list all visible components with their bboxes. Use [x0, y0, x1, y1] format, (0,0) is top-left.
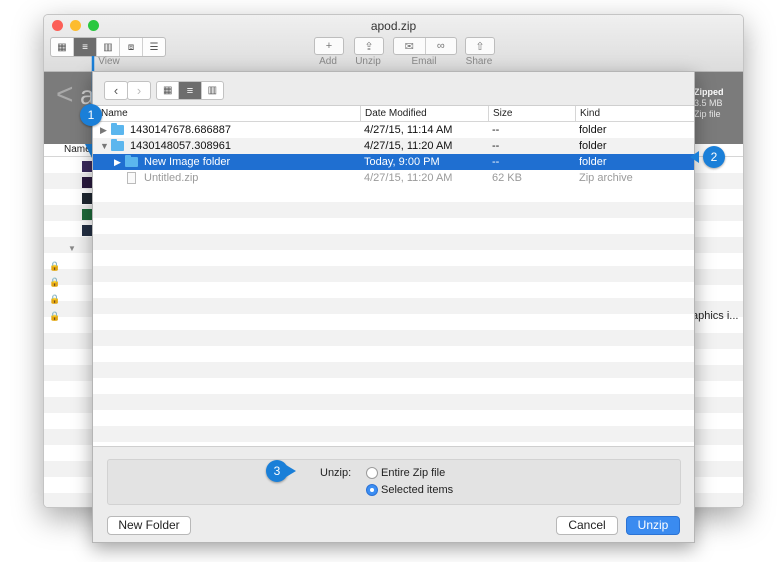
column-view-icon[interactable]: ▥ [97, 38, 120, 56]
title-bar: apod.zip ▦ ≡ ▥ ⧈ ☰ View + Add ⇪ Unzip ✉ … [44, 15, 743, 72]
file-date: 4/27/15, 11:20 AM [364, 140, 453, 152]
disclosure-triangle-icon[interactable]: ▼ [68, 244, 76, 253]
outline-view-icon[interactable]: ☰ [143, 38, 165, 56]
file-row[interactable]: Untitled.zip 4/27/15, 11:20 AM 62 KB Zip… [93, 170, 694, 186]
selected-items-label[interactable]: Selected items [381, 484, 453, 496]
share-button[interactable]: ⇧ [465, 37, 495, 55]
file-name: Untitled.zip [144, 172, 199, 184]
column-view-icon[interactable]: ▥ [202, 82, 223, 99]
folder-icon [111, 123, 124, 135]
add-button[interactable]: + [314, 37, 344, 55]
empty-row [93, 266, 694, 282]
list-view-icon[interactable]: ≡ [74, 38, 97, 56]
name-column-header[interactable]: Name [93, 106, 361, 121]
zip-file-icon [127, 172, 136, 184]
empty-row [93, 202, 694, 218]
envelope-icon[interactable]: ✉ [394, 38, 426, 54]
unzip-toolbar-button[interactable]: ⇪ [354, 37, 384, 55]
new-folder-button[interactable]: New Folder [107, 516, 191, 535]
callout-2-pointer [690, 151, 699, 163]
add-label: Add [319, 56, 337, 67]
empty-row [93, 362, 694, 378]
file-date: 4/27/15, 11:14 AM [364, 124, 453, 136]
email-control[interactable]: ✉ ∞ [393, 37, 457, 55]
empty-row [93, 394, 694, 410]
chevron-right-icon: › [136, 83, 142, 98]
folder-icon [111, 139, 124, 151]
size-column-header[interactable]: Size [488, 106, 573, 121]
unzip-options-label: Unzip: [320, 467, 352, 479]
lock-icon: 🔒 [49, 311, 61, 321]
share-icon: ⇧ [475, 40, 485, 53]
share-label: Share [465, 56, 493, 67]
sheet-toolbar: ‹ › ▦ ≡ ▥ [93, 72, 694, 105]
unzip-sheet: ‹ › ▦ ≡ ▥ Name Date Modified Size Kind ▶… [92, 71, 695, 543]
empty-row [93, 426, 694, 442]
disclosure-triangle-icon[interactable]: ▼ [100, 138, 109, 154]
kind-fragment: aphics i... [692, 310, 739, 322]
file-list: Name Date Modified Size Kind ▶ 143014767… [93, 105, 694, 447]
window-title: apod.zip [370, 19, 417, 33]
entire-zip-radio[interactable] [366, 467, 378, 479]
file-row[interactable]: ▼ 1430148057.308961 4/27/15, 11:20 AM --… [93, 138, 694, 154]
file-kind: folder [579, 140, 607, 152]
empty-row [93, 330, 694, 346]
forward-button[interactable]: › [127, 81, 151, 100]
empty-row [93, 234, 694, 250]
disclosure-triangle-icon[interactable]: ▶ [100, 122, 107, 138]
file-size: 62 KB [492, 172, 522, 184]
file-row-selected[interactable]: ▶ New Image folder Today, 9:00 PM -- fol… [93, 154, 694, 170]
zipped-title: Zipped [694, 87, 724, 97]
disclosure-triangle-icon[interactable]: ▶ [114, 154, 121, 170]
callout-3-pointer [286, 465, 296, 477]
chevron-left-icon: ‹ [113, 83, 119, 98]
file-list-header: Name Date Modified Size Kind [93, 106, 694, 122]
date-column-header[interactable]: Date Modified [360, 106, 485, 121]
icon-view-icon[interactable]: ▦ [51, 38, 74, 56]
unzip-icon: ⇪ [364, 40, 374, 53]
lock-icon: 🔒 [49, 294, 61, 304]
back-chevron-icon[interactable]: < [56, 78, 74, 112]
kind-column-header[interactable]: Kind [575, 106, 694, 121]
file-name: New Image folder [144, 156, 231, 168]
callout-3: 3 [266, 460, 288, 482]
zipped-size: 3.5 MB [694, 98, 723, 108]
unzip-toolbar-label: Unzip [355, 56, 381, 67]
back-button[interactable]: ‹ [104, 81, 128, 100]
file-row[interactable]: ▶ 1430147678.686887 4/27/15, 11:14 AM --… [93, 122, 694, 138]
file-size: -- [492, 156, 500, 168]
file-kind: Zip archive [579, 172, 633, 184]
link-icon[interactable]: ∞ [426, 38, 457, 54]
lock-icon: 🔒 [49, 261, 61, 271]
view-mode-control[interactable]: ▦ ≡ ▥ ⧈ ☰ [50, 37, 166, 57]
email-label: Email [411, 56, 437, 67]
unzip-button[interactable]: Unzip [626, 516, 680, 535]
unzip-options-box: Unzip: Entire Zip file Selected items [107, 459, 681, 505]
file-date: Today, 9:00 PM [364, 156, 440, 168]
file-name: 1430147678.686887 [130, 124, 231, 136]
file-kind: folder [579, 156, 607, 168]
sheet-view-control[interactable]: ▦ ≡ ▥ [156, 81, 224, 100]
plus-icon: + [325, 40, 333, 52]
entire-zip-label[interactable]: Entire Zip file [381, 467, 445, 479]
icon-view-icon[interactable]: ▦ [157, 82, 180, 99]
file-size: -- [492, 124, 500, 136]
file-date: 4/27/15, 11:20 AM [364, 172, 453, 184]
zipped-kind: Zip file [694, 109, 721, 119]
file-name: 1430148057.308961 [130, 140, 231, 152]
cancel-button[interactable]: Cancel [556, 516, 618, 535]
file-kind: folder [579, 124, 607, 136]
folder-icon [125, 155, 138, 167]
coverflow-view-icon[interactable]: ⧈ [120, 38, 143, 56]
list-view-icon[interactable]: ≡ [179, 82, 202, 99]
callout-2: 2 [703, 146, 725, 168]
callout-1: 1 [80, 104, 102, 126]
selected-items-radio[interactable] [366, 484, 378, 496]
lock-icon: 🔒 [49, 277, 61, 287]
file-size: -- [492, 140, 500, 152]
empty-row [93, 298, 694, 314]
